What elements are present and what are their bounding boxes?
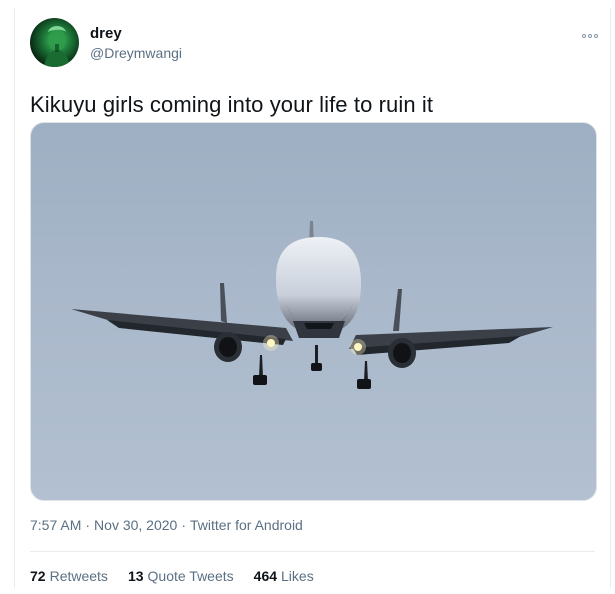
user-avatar[interactable]: [30, 18, 79, 67]
avatar-image: [44, 26, 70, 67]
retweets-stat[interactable]: 72 Retweets: [30, 568, 108, 584]
quote-tweets-label: Quote Tweets: [147, 568, 234, 584]
dot: [588, 34, 592, 38]
tweet-source-link[interactable]: Twitter for Android: [190, 517, 303, 533]
likes-count: 464: [253, 568, 278, 584]
user-display-name[interactable]: drey: [90, 25, 122, 42]
engagement-stats: 72 Retweets 13 Quote Tweets 464 Likes: [30, 568, 314, 584]
separator: ·: [85, 517, 91, 533]
separator: ·: [181, 517, 187, 533]
likes-label: Likes: [281, 568, 314, 584]
tweet-media-photo[interactable]: [30, 122, 597, 501]
tweet-text: Kikuyu girls coming into your life to ru…: [30, 92, 434, 117]
tweet-card: drey @Dreymwangi Kikuyu girls coming int…: [14, 8, 611, 588]
quote-tweets-count: 13: [127, 568, 144, 584]
tweet-date[interactable]: Nov 30, 2020: [94, 517, 177, 533]
user-handle[interactable]: @Dreymwangi: [90, 45, 182, 61]
dot: [594, 34, 598, 38]
more-options-icon[interactable]: [580, 31, 600, 41]
tweet-time[interactable]: 7:57 AM: [30, 517, 81, 533]
likes-stat[interactable]: 464 Likes: [254, 568, 314, 584]
airplane-photo-icon: [71, 221, 553, 389]
retweets-label: Retweets: [49, 568, 108, 584]
quote-tweets-stat[interactable]: 13 Quote Tweets: [128, 568, 234, 584]
stats-divider: [30, 551, 595, 552]
retweets-count: 72: [30, 568, 46, 584]
dot: [582, 34, 586, 38]
tweet-metadata: 7:57 AM · Nov 30, 2020 · Twitter for Android: [30, 517, 303, 533]
